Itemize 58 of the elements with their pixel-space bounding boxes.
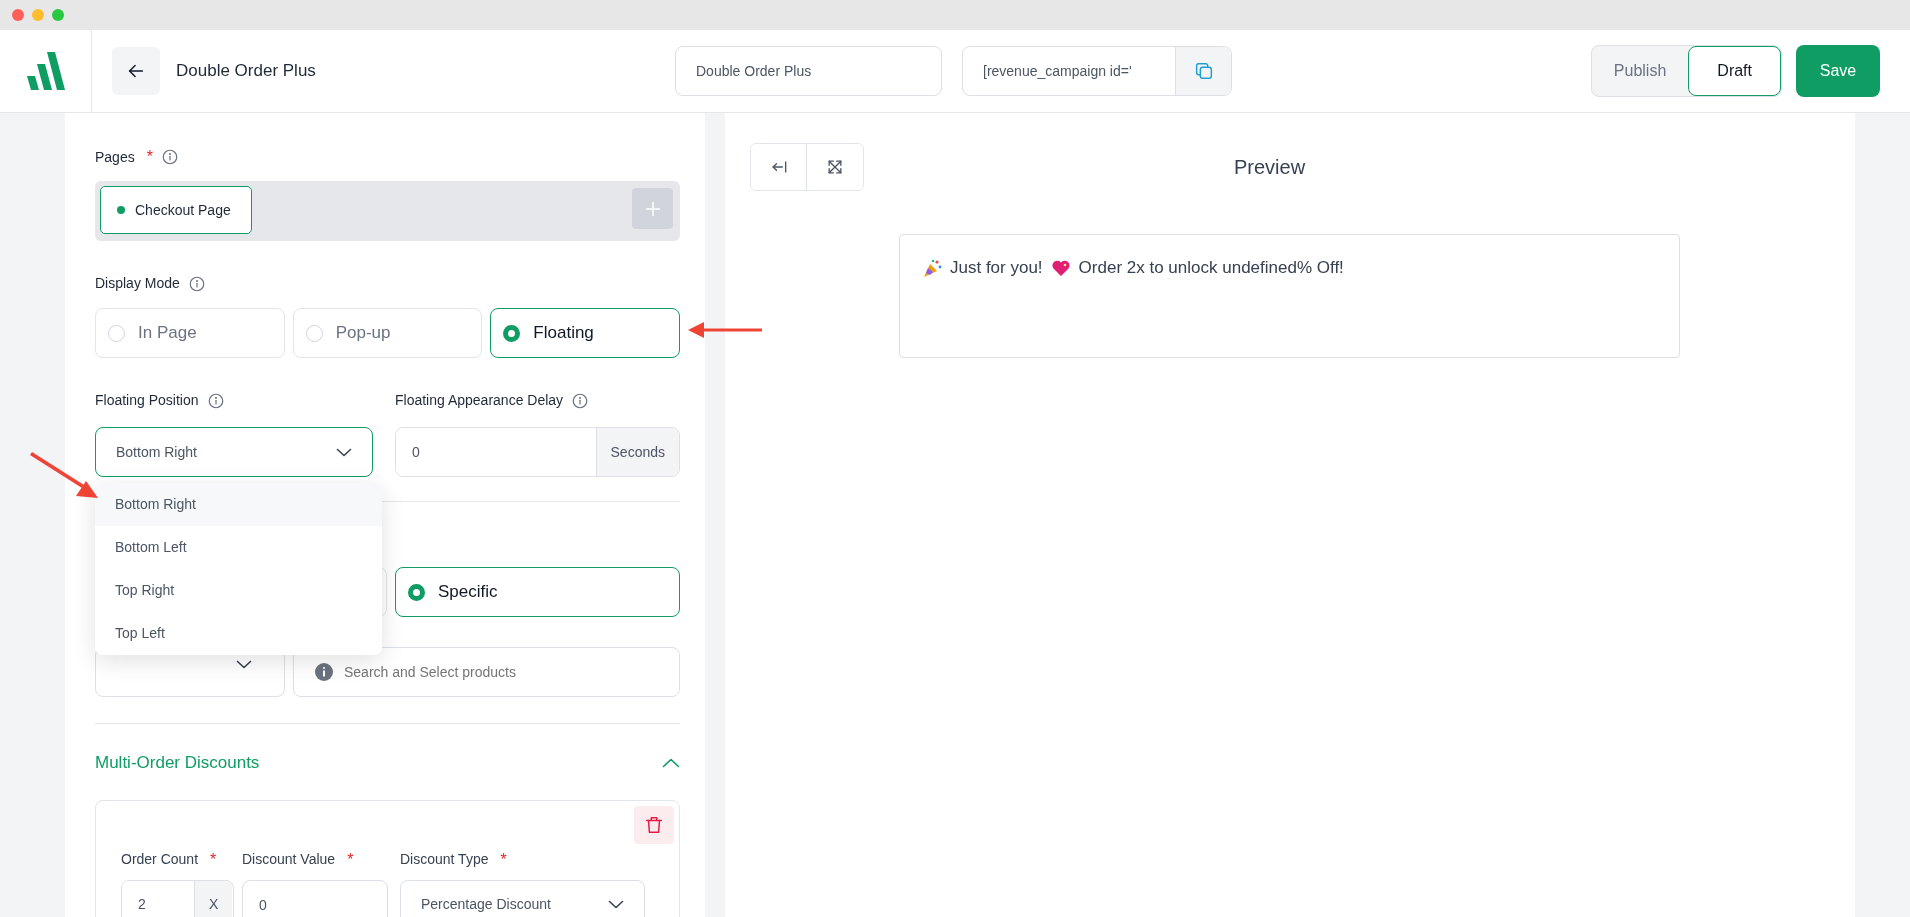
field-label: Discount Value [242,850,336,869]
copy-button[interactable] [1175,47,1231,95]
status-toggle[interactable]: Draft [1688,46,1781,96]
menu-item[interactable]: Top Right [95,569,382,612]
order-count-input-group[interactable]: 2 X [121,879,234,917]
menu-item[interactable]: Top Left [95,612,382,655]
required-mark: * [500,849,507,870]
chevron-up-icon [662,757,680,768]
status-toggle[interactable]: Publish [1591,46,1689,96]
field-label: Order Count [121,850,199,869]
menu-item[interactable]: Bottom Right [95,483,382,526]
field-label: Floating Appearance Delay [395,391,564,410]
required-mark: * [210,849,217,870]
maximize-button[interactable] [52,9,64,21]
collapse-toggle[interactable] [662,757,680,768]
chevron-down-icon [236,659,252,669]
message-text: Order 2x to unlock undefined% Off! [1078,257,1344,279]
unit-addon: X [194,880,233,917]
minimize-button[interactable] [32,9,44,21]
page-chip[interactable]: Checkout Page [100,186,252,234]
info-icon [160,148,179,166]
menu-item[interactable]: Bottom Left [95,526,382,569]
logo-icon [24,50,67,92]
preview-title: Preview [1234,155,1306,180]
section-title: Multi-Order Discounts [95,752,260,774]
info-icon [187,274,206,293]
party-popper-icon [922,257,942,278]
field-label: Floating Position [95,391,199,410]
required-mark: * [146,147,153,167]
info-icon [314,662,334,682]
field-label: Display Mode [95,274,180,293]
page-title: Double Order Plus [176,60,317,83]
radio-option[interactable]: Floating [490,308,680,358]
message-text: Just for you! [950,257,1043,279]
info-icon [571,391,590,410]
delete-button[interactable] [634,805,674,844]
campaign-name-field[interactable]: Double Order Plus [675,46,942,96]
close-button[interactable] [12,9,24,21]
add-button[interactable] [632,188,673,229]
collapse-panel-button[interactable] [751,144,807,190]
radio-option[interactable]: In Page [95,308,285,358]
chevron-down-icon [336,447,352,457]
radio-option[interactable]: Specific [395,567,680,617]
chevron-down-icon [608,900,624,909]
back-button[interactable] [112,47,160,95]
unit-addon: Seconds [595,428,679,476]
discount-value-field[interactable]: 0 [242,879,388,917]
info-icon [206,391,225,410]
shortcode-field[interactable]: [revenue_campaign id=' [962,46,1232,96]
discount-type-select[interactable]: Percentage Discount [400,879,645,917]
radio-option[interactable]: Pop-up [292,308,483,358]
delay-input-group[interactable]: 0 Seconds [395,427,680,477]
field-label: Pages [95,147,135,167]
field-label: Discount Type [400,850,489,869]
shortcode-text: [revenue_campaign id=' [982,61,1133,81]
required-mark: * [347,849,354,870]
search-input-group[interactable]: Search and Select products [293,647,680,697]
position-select[interactable]: Bottom Right [95,427,373,477]
